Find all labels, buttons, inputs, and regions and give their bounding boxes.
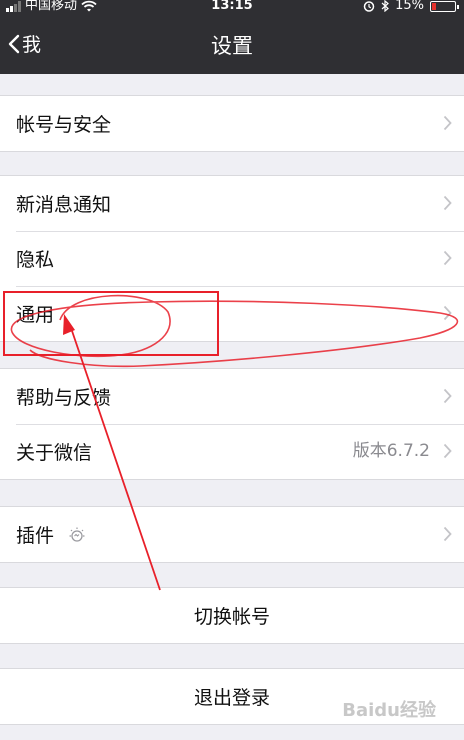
chevron-right-icon	[443, 195, 452, 211]
bluetooth-icon	[381, 0, 390, 12]
chevron-right-icon	[443, 115, 452, 131]
settings-item-label: 通用	[16, 304, 55, 326]
alarm-icon	[363, 1, 375, 12]
battery-percent: 15%	[395, 0, 424, 13]
page-title: 设置	[211, 34, 253, 58]
settings-item-about[interactable]: 关于微信 版本6.7.2	[0, 424, 464, 479]
watermark-logo: Baidu经验	[342, 700, 436, 721]
status-right: 15%	[363, 0, 459, 14]
group-help: 帮助与反馈 关于微信 版本6.7.2	[0, 368, 464, 480]
status-bar: 中国移动 13:15 15%	[0, 0, 464, 16]
settings-item-label: 隐私	[16, 249, 55, 271]
settings-item-label: 新消息通知	[16, 194, 112, 216]
switch-account-label: 切换帐号	[193, 606, 270, 628]
settings-item-label: 帮助与反馈	[16, 387, 112, 409]
lightbulb-icon	[69, 527, 85, 542]
settings-item-label: 帐号与安全	[16, 114, 112, 136]
chevron-right-icon	[443, 305, 452, 321]
settings-item-label: 关于微信	[16, 442, 93, 464]
battery-icon	[430, 0, 459, 12]
logout-label: 退出登录	[193, 687, 270, 709]
chevron-right-icon	[443, 388, 452, 404]
settings-item-notifications[interactable]: 新消息通知	[0, 176, 464, 231]
chevron-right-icon	[443, 443, 452, 459]
settings-item-plugins[interactable]: 插件	[0, 507, 464, 562]
settings-item-account-security[interactable]: 帐号与安全	[0, 96, 464, 151]
group-switch-account: 切换帐号	[0, 587, 464, 644]
settings-item-help-feedback[interactable]: 帮助与反馈	[0, 369, 464, 424]
settings-item-label: 插件	[16, 525, 55, 547]
top-bar: 中国移动 13:15 15% 我 设置	[0, 0, 464, 74]
chevron-right-icon	[443, 526, 452, 542]
chevron-right-icon	[443, 250, 452, 266]
version-value: 版本6.7.2	[352, 441, 430, 461]
group-plugins: 插件	[0, 506, 464, 563]
group-general: 新消息通知 隐私 通用	[0, 175, 464, 342]
group-account: 帐号与安全	[0, 95, 464, 152]
settings-item-privacy[interactable]: 隐私	[0, 231, 464, 286]
switch-account-button[interactable]: 切换帐号	[0, 588, 464, 643]
settings-item-general[interactable]: 通用	[0, 286, 464, 341]
